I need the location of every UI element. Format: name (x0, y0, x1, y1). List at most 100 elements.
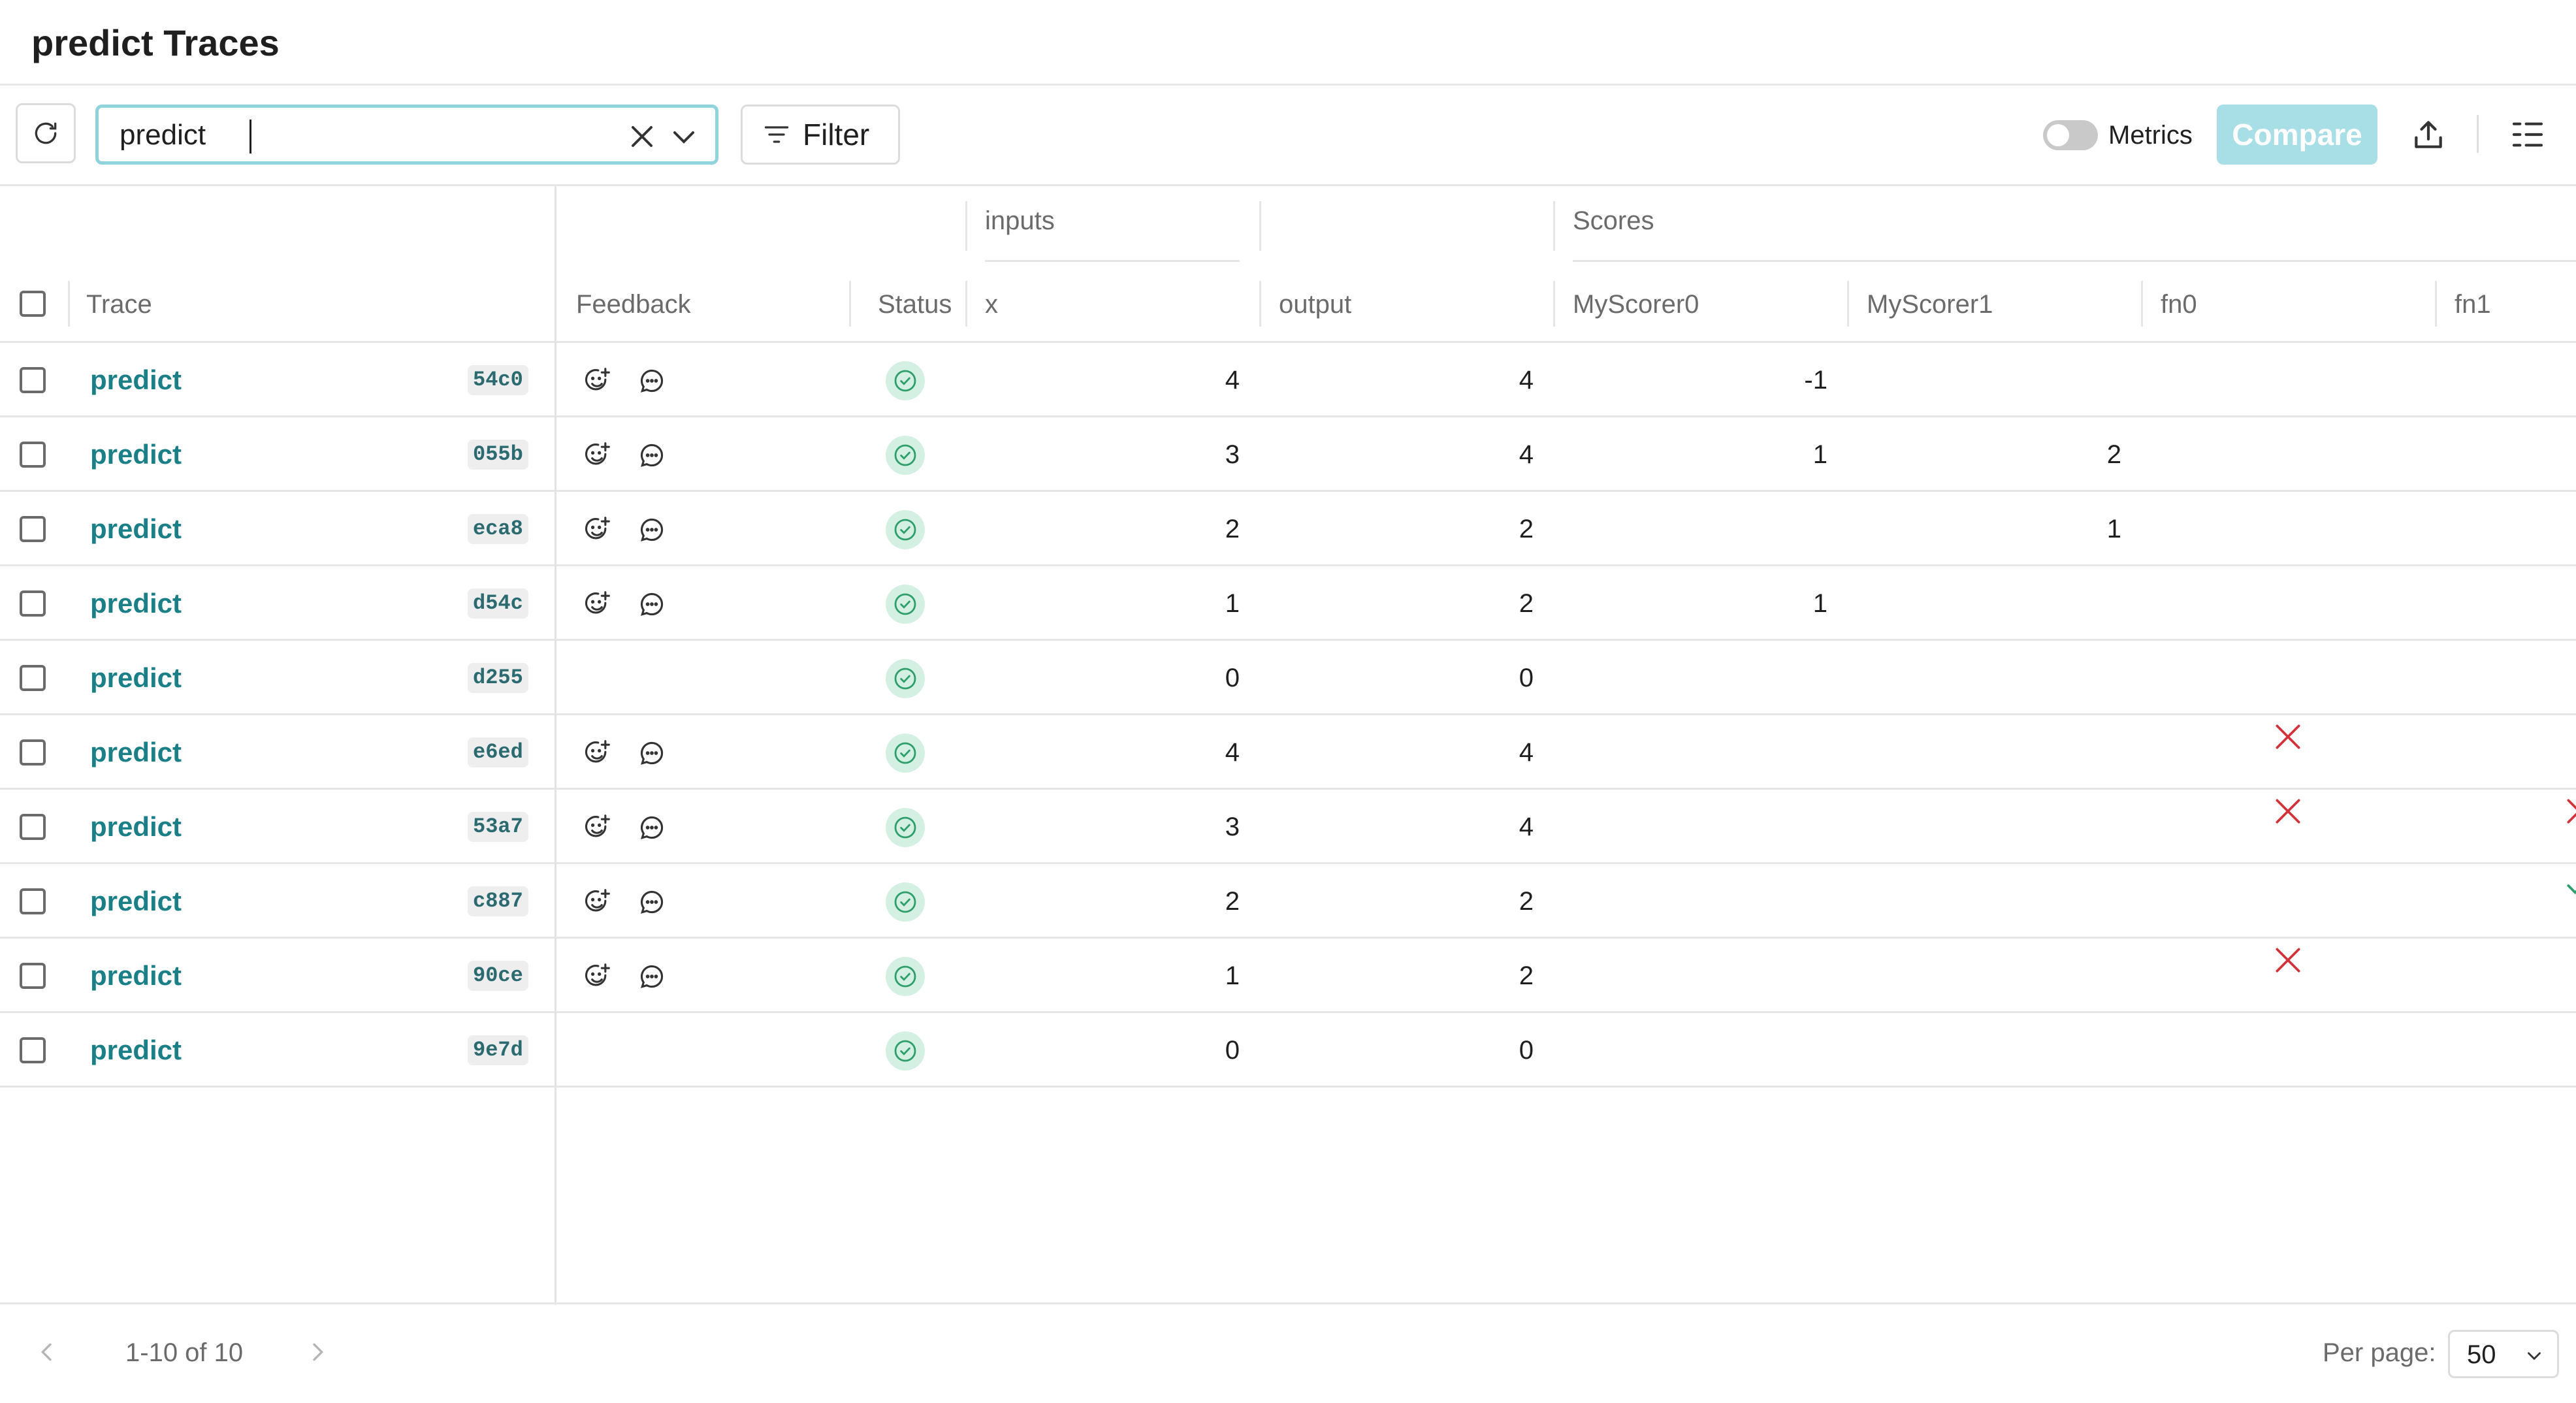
cell-output: 4 (1519, 738, 1534, 767)
cell-x: 0 (1225, 664, 1240, 692)
comment-icon[interactable] (637, 739, 666, 767)
add-reaction-icon[interactable] (583, 515, 611, 544)
table-row[interactable]: predict eca8 2 2 1 (0, 492, 2576, 566)
trace-id-badge[interactable]: 90ce (468, 961, 528, 991)
trace-id-badge[interactable]: 54c0 (468, 365, 528, 395)
column-header-trace[interactable]: Trace (86, 287, 152, 321)
prev-page-icon[interactable] (34, 1339, 60, 1365)
add-reaction-icon[interactable] (583, 888, 611, 916)
row-checkbox[interactable] (20, 367, 46, 393)
refresh-button[interactable] (16, 103, 76, 163)
column-separator (849, 281, 851, 327)
trace-id-badge[interactable]: 9e7d (468, 1035, 528, 1065)
table-row[interactable]: predict e6ed 4 4 (0, 715, 2576, 790)
row-checkbox[interactable] (20, 590, 46, 617)
column-separator (1553, 201, 1555, 251)
row-checkbox[interactable] (20, 888, 46, 914)
trace-id-badge[interactable]: c887 (468, 886, 528, 916)
table-row[interactable]: predict d255 0 0 (0, 641, 2576, 715)
table-row[interactable]: predict 54c0 4 4 -1 (0, 343, 2576, 417)
add-reaction-icon[interactable] (583, 590, 611, 619)
comment-icon[interactable] (637, 590, 666, 619)
table-row[interactable]: predict 9e7d 0 0 (0, 1013, 2576, 1088)
column-header-output[interactable]: output (1279, 287, 1351, 321)
trace-id-badge[interactable]: d54c (468, 589, 528, 619)
column-header-myscorer0[interactable]: MyScorer0 (1573, 287, 1699, 321)
x-mark-icon (2276, 799, 2300, 824)
trace-name-link[interactable]: predict (90, 736, 182, 769)
table-row[interactable]: predict c887 2 2 (0, 864, 2576, 939)
trace-name-link[interactable]: predict (90, 513, 182, 545)
trace-name-link[interactable]: predict (90, 438, 182, 471)
column-header-feedback[interactable]: Feedback (576, 287, 691, 321)
export-icon[interactable] (2410, 116, 2447, 153)
trace-name-link[interactable]: predict (90, 960, 182, 992)
column-separator (2435, 281, 2437, 327)
add-reaction-icon[interactable] (583, 813, 611, 842)
trace-name-link[interactable]: predict (90, 1034, 182, 1067)
text-caret (250, 120, 251, 153)
toolbar-divider (2477, 115, 2479, 153)
row-checkbox[interactable] (20, 516, 46, 542)
trace-name-link[interactable]: predict (90, 662, 182, 694)
comment-icon[interactable] (637, 441, 666, 470)
columns-icon[interactable] (2509, 116, 2546, 153)
cell-output: 4 (1519, 366, 1534, 395)
column-header-x[interactable]: x (985, 287, 998, 321)
table-row[interactable]: predict 90ce 1 2 (0, 939, 2576, 1013)
row-checkbox[interactable] (20, 1037, 46, 1063)
add-reaction-icon[interactable] (583, 366, 611, 395)
cell-x: 4 (1225, 366, 1240, 395)
column-header-myscorer1[interactable]: MyScorer1 (1867, 287, 1993, 321)
trace-name-link[interactable]: predict (90, 364, 182, 396)
table-row[interactable]: predict 53a7 3 4 (0, 790, 2576, 864)
trace-id-badge[interactable]: 53a7 (468, 812, 528, 842)
chevron-down-icon[interactable] (668, 121, 700, 152)
comment-icon[interactable] (637, 515, 666, 544)
trace-name-link[interactable]: predict (90, 885, 182, 918)
comment-icon[interactable] (637, 366, 666, 395)
column-header-status[interactable]: Status (878, 287, 952, 321)
check-circle-icon (886, 585, 925, 624)
trace-name-link[interactable]: predict (90, 587, 182, 620)
add-reaction-icon[interactable] (583, 739, 611, 767)
comment-icon[interactable] (637, 813, 666, 842)
comment-icon[interactable] (637, 888, 666, 916)
row-checkbox[interactable] (20, 665, 46, 691)
per-page-select[interactable]: 50 (2448, 1330, 2559, 1378)
column-header-fn1[interactable]: fn1 (2455, 287, 2491, 321)
check-circle-icon (886, 510, 925, 549)
cell-x: 1 (1225, 961, 1240, 990)
column-header-fn0[interactable]: fn0 (2161, 287, 2197, 321)
row-checkbox[interactable] (20, 814, 46, 840)
search-input[interactable] (120, 116, 629, 155)
add-reaction-icon[interactable] (583, 441, 611, 470)
compare-button[interactable]: Compare (2217, 105, 2377, 165)
metrics-toggle[interactable] (2043, 120, 2098, 150)
table-row[interactable]: predict d54c 1 2 1 (0, 566, 2576, 641)
trace-id-badge[interactable]: e6ed (468, 737, 528, 767)
next-page-icon[interactable] (304, 1339, 330, 1365)
trace-name-link[interactable]: predict (90, 811, 182, 843)
row-checkbox[interactable] (20, 442, 46, 468)
filter-button-label: Filter (803, 118, 870, 152)
trace-id-badge[interactable]: 055b (468, 440, 528, 470)
check-circle-icon (886, 659, 925, 698)
select-all-checkbox[interactable] (20, 291, 46, 317)
search-field[interactable] (95, 105, 718, 165)
add-reaction-icon[interactable] (583, 962, 611, 991)
trace-id-badge[interactable]: eca8 (468, 514, 528, 544)
close-icon[interactable] (626, 121, 658, 152)
footer-divider (0, 1302, 2576, 1304)
table-row[interactable]: predict 055b 3 4 1 2 (0, 417, 2576, 492)
comment-icon[interactable] (637, 962, 666, 991)
row-checkbox[interactable] (20, 963, 46, 989)
filter-button[interactable]: Filter (741, 105, 900, 165)
trace-id-badge[interactable]: d255 (468, 663, 528, 693)
check-circle-icon (886, 957, 925, 996)
cell-output: 2 (1519, 887, 1534, 916)
row-checkbox[interactable] (20, 739, 46, 766)
pinned-column-divider (555, 185, 556, 1305)
page-title: predict Traces (31, 22, 280, 63)
cell-output: 2 (1519, 961, 1534, 990)
